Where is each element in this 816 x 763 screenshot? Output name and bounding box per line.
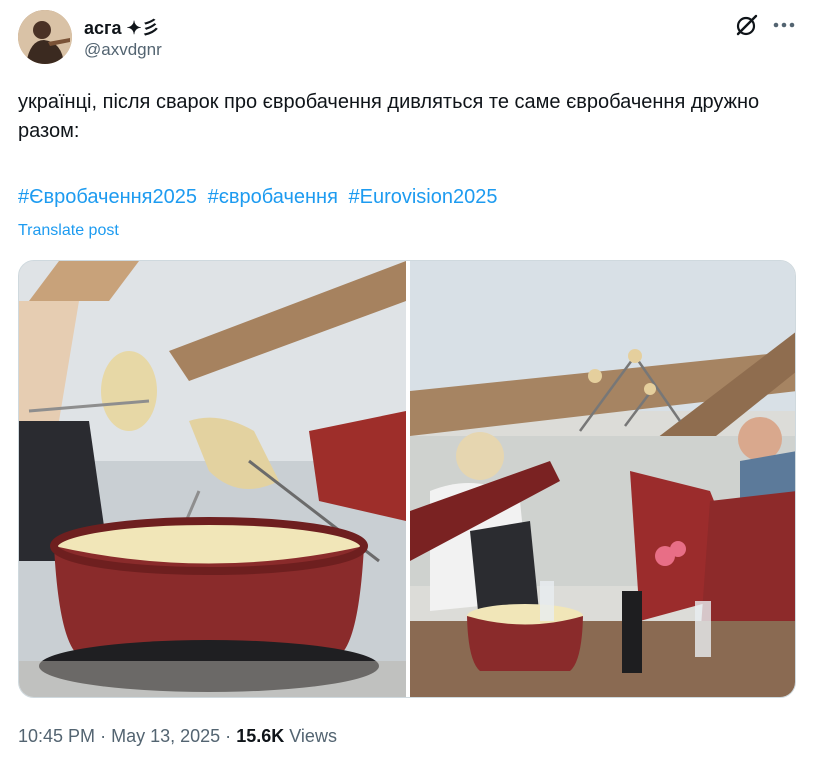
hashtag-link[interactable]: #Євробачення2025 <box>18 186 197 208</box>
media-photo-right[interactable] <box>410 261 795 697</box>
media-grid <box>18 260 796 698</box>
media-photo-left[interactable] <box>19 261 406 697</box>
user-display-name[interactable]: асга ✦彡 <box>84 14 160 40</box>
views-count: 15.6K <box>236 726 285 746</box>
user-handle[interactable]: @axvdgnr <box>84 40 162 60</box>
more-options-icon[interactable] <box>770 12 798 38</box>
post-text: українці, після сварок про євробачення д… <box>18 91 760 142</box>
translate-post-link[interactable]: Translate post <box>18 222 119 240</box>
post-date[interactable]: May 13, 2025 <box>111 726 220 746</box>
hashtag-list: #Євробачення2025 #євробачення #Eurovisio… <box>18 186 502 209</box>
avatar[interactable] <box>18 10 72 64</box>
hashtag-link[interactable]: #Eurovision2025 <box>348 186 497 208</box>
post-meta: 10:45 PM · May 13, 2025 · 15.6K Views <box>18 726 337 747</box>
meta-separator: · <box>225 726 232 746</box>
post-time[interactable]: 10:45 PM <box>18 726 95 746</box>
meta-separator: · <box>100 726 107 746</box>
hashtag-link[interactable]: #євробачення <box>208 186 338 208</box>
views-label: Views <box>289 726 337 746</box>
grok-icon[interactable] <box>734 12 760 38</box>
post-header: асга ✦彡 @axvdgnr <box>18 8 798 68</box>
